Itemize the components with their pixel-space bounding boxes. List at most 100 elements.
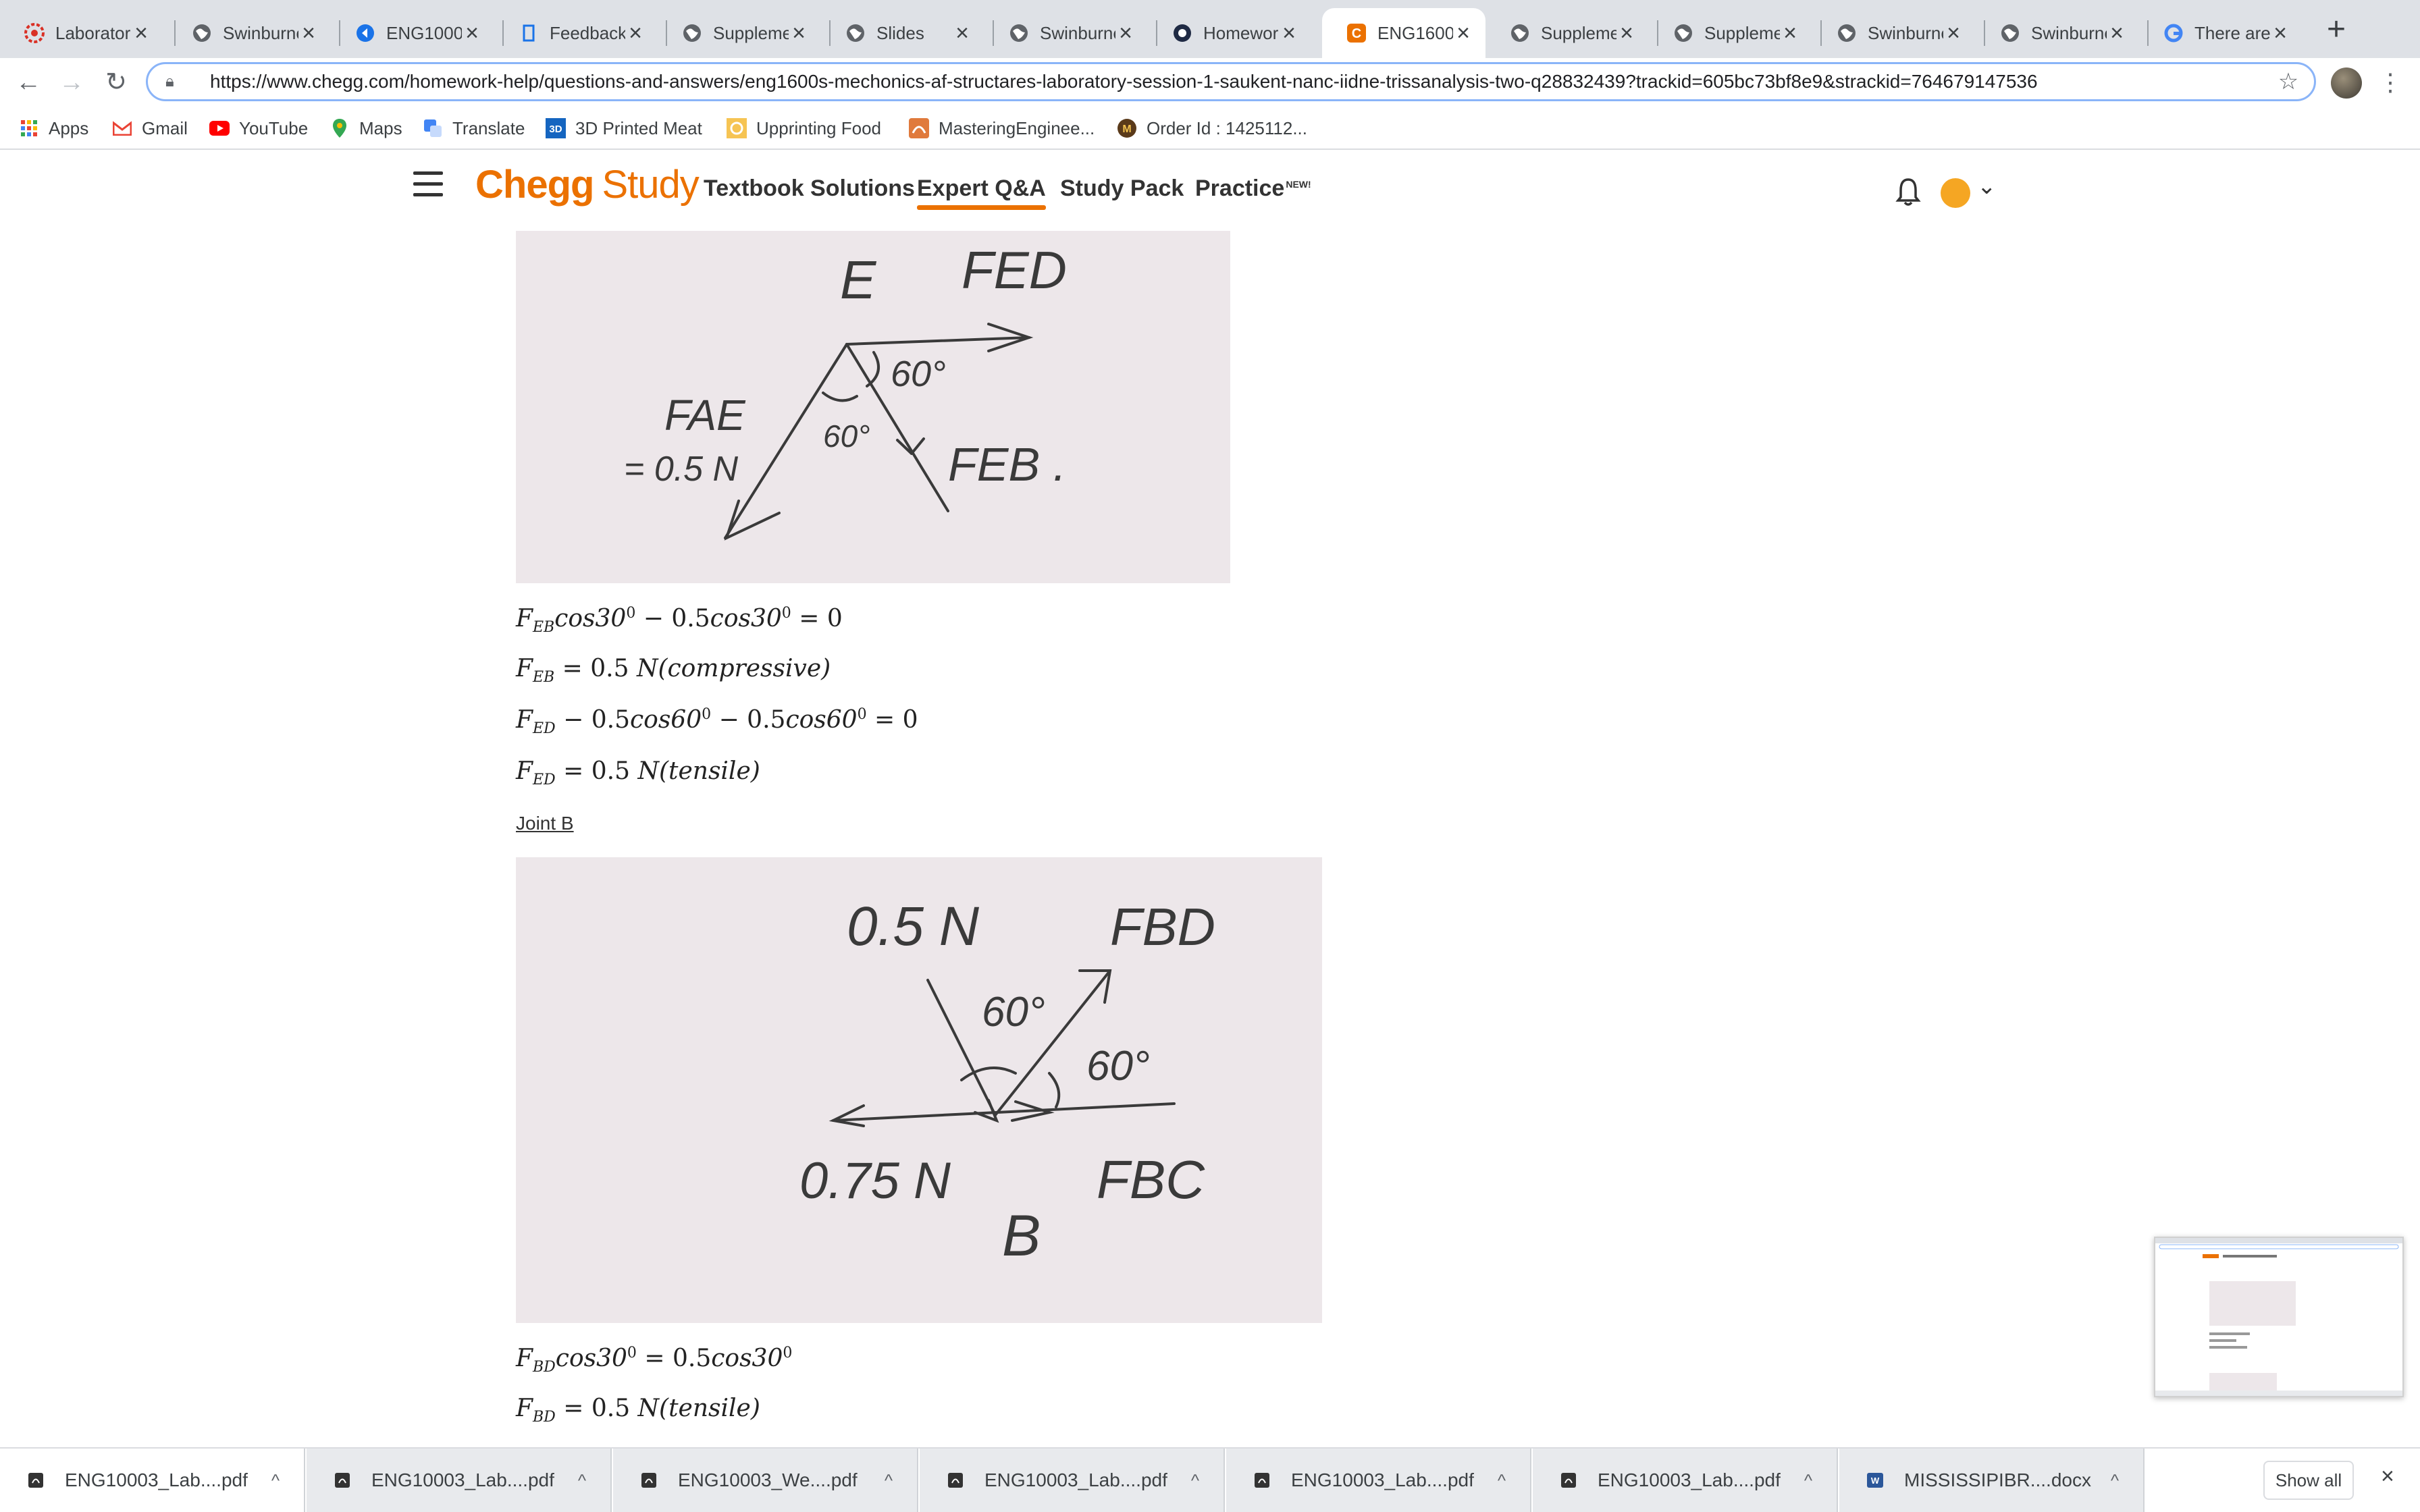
eq-term: (tensile): [658, 757, 760, 785]
tab-homework[interactable]: Homework ×: [1148, 8, 1311, 58]
chevron-up-icon[interactable]: ^: [262, 1470, 289, 1491]
maps-pin-icon: [330, 118, 350, 138]
close-tab-icon[interactable]: ×: [1279, 20, 1299, 47]
chevron-up-icon[interactable]: ^: [1182, 1470, 1209, 1491]
label-fbd: FBD: [1110, 897, 1215, 956]
nav-practice[interactable]: Practice NEW!: [1195, 176, 1311, 202]
chevron-down-icon[interactable]: ⌄: [1977, 173, 1997, 200]
pdf-file-icon: [27, 1472, 45, 1489]
bookmark-upprinting-food[interactable]: Upprinting Food: [727, 116, 881, 140]
download-item[interactable]: ENG10003_Lab....pdf ^: [1226, 1449, 1531, 1512]
joint-e-sketch-image: E FED 60° 60° FAE = 0.5 N FEB .: [516, 231, 1230, 583]
nav-study-pack[interactable]: Study Pack: [1060, 176, 1184, 202]
eq-term: cos30: [554, 605, 627, 632]
tab-feedback[interactable]: Feedback ×: [494, 8, 658, 58]
lock-icon: 🔒︎: [165, 72, 174, 90]
tab-title: Feedback: [550, 22, 625, 43]
nav-expert-qa[interactable]: Expert Q&A: [917, 176, 1046, 210]
tab-title: Swinburne: [2031, 22, 2107, 43]
reload-icon[interactable]: ↻: [99, 65, 134, 100]
close-tab-icon[interactable]: ×: [131, 20, 151, 47]
globe-icon: [1999, 22, 2022, 45]
close-tab-icon[interactable]: ×: [2270, 20, 2290, 47]
show-all-button[interactable]: Show all: [2263, 1461, 2354, 1500]
chevron-up-icon[interactable]: ^: [875, 1470, 902, 1491]
close-tab-icon[interactable]: ×: [789, 20, 809, 47]
translate-icon: [423, 118, 443, 138]
download-filename: ENG10003_Lab....pdf: [65, 1469, 248, 1490]
bookmark-gmail[interactable]: Gmail: [112, 116, 188, 140]
download-item[interactable]: ENG10003_Lab....pdf ^: [920, 1449, 1225, 1512]
forward-arrow-icon[interactable]: →: [54, 65, 89, 100]
tab-swinburne-1[interactable]: Swinburne ×: [167, 8, 331, 58]
bookmark-apps[interactable]: Apps: [19, 116, 88, 140]
label-fae: FAE: [664, 391, 746, 439]
profile-avatar[interactable]: [2331, 68, 2362, 99]
bookmark-label: Gmail: [142, 117, 188, 138]
user-avatar[interactable]: [1941, 178, 1970, 208]
close-downloads-icon[interactable]: ×: [2381, 1463, 2394, 1490]
chevron-up-icon[interactable]: ^: [1795, 1470, 1822, 1491]
globe-icon: [1672, 22, 1695, 45]
hamburger-menu-icon[interactable]: [413, 171, 443, 198]
close-tab-icon[interactable]: ×: [1453, 20, 1473, 47]
tab-title: Suppleme: [1704, 22, 1780, 43]
tab-laboratory[interactable]: Laborator ×: [0, 8, 163, 58]
screenshot-preview-thumbnail[interactable]: [2154, 1237, 2404, 1397]
eq-sub: BD: [532, 1359, 556, 1376]
download-filename: ENG10003_We....pdf: [678, 1469, 858, 1490]
bookmarks-bar: Apps Gmail YouTube Maps Translate 3D 3D …: [0, 107, 2420, 150]
tab-supplement-1[interactable]: Suppleme ×: [658, 8, 821, 58]
chevron-up-icon[interactable]: ^: [569, 1470, 596, 1491]
tab-title: ENG1000: [386, 22, 462, 43]
tab-swinburne-2[interactable]: Swinburne ×: [984, 8, 1148, 58]
label-fbc: FBC: [1097, 1150, 1205, 1210]
download-item[interactable]: W MISSISSIPIBR....docx ^: [1839, 1449, 2145, 1512]
bookmark-star-icon[interactable]: ☆: [2275, 68, 2302, 95]
download-item[interactable]: ENG10003_Lab....pdf ^: [1533, 1449, 1838, 1512]
eq-term: cos60: [785, 706, 858, 734]
bookmark-order-id[interactable]: M Order Id : 1425112...: [1117, 116, 1307, 140]
word-file-icon: W: [1866, 1472, 1884, 1489]
close-tab-icon[interactable]: ×: [1616, 20, 1637, 47]
tab-eng10003[interactable]: ENG1000 ×: [331, 8, 494, 58]
close-tab-icon[interactable]: ×: [1780, 20, 1800, 47]
address-bar[interactable]: 🔒︎ https://www.chegg.com/homework-help/q…: [146, 62, 2316, 101]
back-arrow-icon[interactable]: ←: [11, 65, 46, 100]
url-text[interactable]: https://www.chegg.com/homework-help/ques…: [210, 71, 2275, 92]
bookmark-3d-printed-meat[interactable]: 3D 3D Printed Meat: [546, 116, 702, 140]
bookmark-youtube[interactable]: YouTube: [209, 116, 308, 140]
youtube-icon: [209, 118, 230, 138]
chevron-up-icon[interactable]: ^: [1488, 1470, 1515, 1491]
tab-swinburne-3[interactable]: Swinburne ×: [1812, 8, 1976, 58]
close-tab-icon[interactable]: ×: [625, 20, 646, 47]
new-tab-button[interactable]: +: [2320, 14, 2352, 47]
notification-bell-icon[interactable]: [1895, 177, 1922, 207]
chegg-study-logo[interactable]: Chegg Study: [475, 162, 700, 207]
close-tab-icon[interactable]: ×: [1943, 20, 1964, 47]
bookmark-label: Maps: [359, 117, 402, 138]
nav-textbook-solutions[interactable]: Textbook Solutions: [704, 176, 915, 202]
tab-eng1600-active[interactable]: C ENG1600 ×: [1322, 8, 1485, 58]
order-logo-icon: M: [1117, 118, 1137, 138]
close-tab-icon[interactable]: ×: [298, 20, 319, 47]
menu-kebab-icon[interactable]: ⋮: [2378, 66, 2402, 99]
logo-study: Study: [602, 163, 699, 207]
tab-supplement-3[interactable]: Suppleme ×: [1649, 8, 1812, 58]
close-tab-icon[interactable]: ×: [952, 20, 972, 47]
tab-swinburne-4[interactable]: Swinburne ×: [1976, 8, 2139, 58]
chevron-up-icon[interactable]: ^: [2101, 1470, 2128, 1491]
close-tab-icon[interactable]: ×: [2107, 20, 2127, 47]
download-item[interactable]: ENG10003_Lab....pdf ^: [0, 1449, 305, 1512]
bookmark-mastering-engineering[interactable]: MasteringEnginee...: [909, 116, 1095, 140]
close-tab-icon[interactable]: ×: [1115, 20, 1136, 47]
bookmark-maps[interactable]: Maps: [330, 116, 402, 140]
label-angle-2: 60°: [1086, 1043, 1150, 1089]
bookmark-translate[interactable]: Translate: [423, 116, 525, 140]
download-item[interactable]: ENG10003_We....pdf ^: [613, 1449, 918, 1512]
tab-google[interactable]: There are ×: [2139, 8, 2303, 58]
tab-slides[interactable]: Slides ×: [821, 8, 984, 58]
tab-supplement-2[interactable]: Suppleme ×: [1485, 8, 1649, 58]
close-tab-icon[interactable]: ×: [462, 20, 482, 47]
download-item[interactable]: ENG10003_Lab....pdf ^: [307, 1449, 612, 1512]
